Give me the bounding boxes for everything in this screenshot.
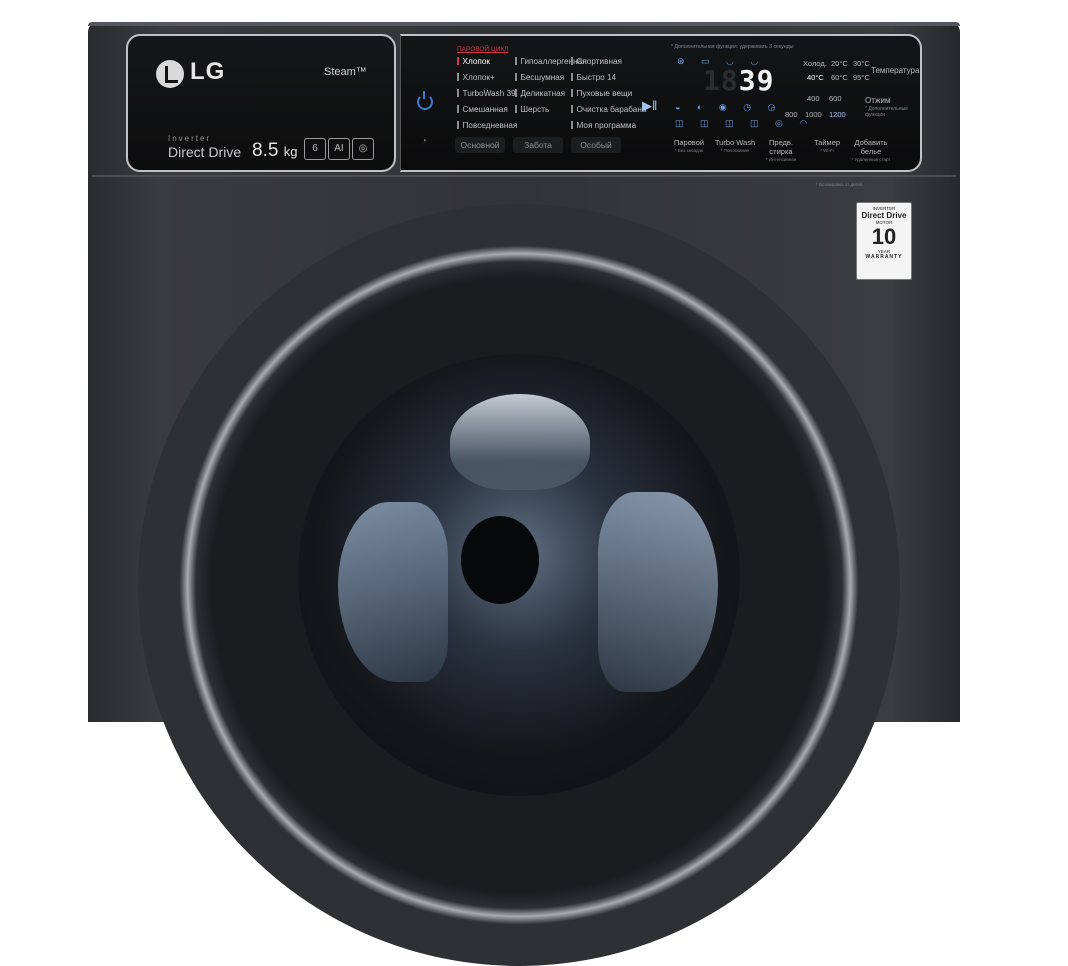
program-cotton-plus[interactable]: Хлопок+: [457, 73, 495, 82]
drum-paddle-top: [450, 394, 590, 490]
temp-95: 95°C: [853, 73, 870, 82]
lg-logo-icon: [156, 60, 184, 88]
washing-machine: LG Steam™ Inverter Direct Drive 8.5 kg 6…: [88, 22, 960, 966]
function-prewash[interactable]: Предв. стирка * Интенсивная: [758, 138, 804, 162]
feature-badge-2: AI: [328, 138, 350, 160]
time-display: 1839: [703, 64, 774, 97]
function-steam-sub: * Без складок: [674, 148, 704, 153]
spin-800: 800: [785, 110, 798, 119]
temperature-label[interactable]: Температура: [871, 66, 919, 75]
function-add-item-sub: * Удаленный старт: [851, 157, 891, 162]
warranty-line2: Direct Drive: [861, 211, 907, 220]
warranty-label: WARRANTY: [865, 254, 903, 260]
display-note: * Дополнительная функция: удерживать 3 с…: [671, 44, 794, 50]
function-timer-label: Таймер: [813, 138, 841, 147]
feature-badge-1: 6: [304, 138, 326, 160]
capacity-value: 8.5: [252, 140, 279, 161]
top-strip: [88, 22, 960, 26]
button-special[interactable]: Особый: [571, 137, 621, 153]
warranty-years: 10: [871, 224, 897, 249]
function-turbowash-sub: * Полоскание: [720, 148, 750, 153]
program-wool[interactable]: Шерсть: [515, 105, 550, 114]
temp-cold: Холод.: [803, 59, 827, 68]
time-display-inactive: 18: [703, 64, 739, 97]
button-care[interactable]: Забота: [513, 137, 563, 153]
capacity-unit: kg: [283, 144, 298, 159]
spin-label[interactable]: Отжим: [865, 96, 890, 105]
warranty-badge: INVERTER Direct Drive MOTOR 10 YEAR WARR…: [856, 202, 912, 280]
status-icons-mid: ◒ ◐ ◉ ◷ ◶: [675, 102, 783, 112]
function-turbowash[interactable]: Turbo Wash * Полоскание: [712, 138, 758, 153]
capacity: 8.5 kg: [252, 140, 297, 162]
temp-30: 30°C: [853, 59, 870, 68]
feature-badge-3: ◎: [352, 138, 374, 160]
spin-1000: 1000: [805, 110, 822, 119]
program-cotton[interactable]: Хлопок: [457, 57, 490, 66]
program-mixed[interactable]: Смешанная: [457, 105, 508, 114]
spin-600: 600: [829, 94, 842, 103]
program-my-cycle[interactable]: Моя программа: [571, 121, 637, 130]
brand-logo-text: LG: [190, 58, 226, 85]
spin-sublabel: * Дополнительные функции: [865, 106, 908, 118]
function-prewash-sub: * Интенсивная: [765, 157, 797, 162]
power-icon[interactable]: [417, 91, 433, 110]
temp-20: 20°C: [831, 59, 848, 68]
program-delicate[interactable]: Деликатная: [515, 89, 566, 98]
function-turbowash-label: Turbo Wash: [714, 138, 756, 147]
temp-40: 40°C: [807, 73, 824, 82]
function-steam-label: Паровой: [673, 138, 705, 147]
program-turbowash[interactable]: TurboWash 39: [457, 89, 516, 98]
motor-label: Direct Drive: [168, 144, 242, 160]
steam-cycle-header: ПАРОВОЙ ЦИКЛ: [457, 46, 509, 53]
button-basic[interactable]: Основной: [455, 137, 505, 153]
smart-diagnosis-icon[interactable]: ◔: [421, 136, 427, 147]
program-sport[interactable]: Спортивная: [571, 57, 622, 66]
program-tub-clean[interactable]: Очистка барабана: [571, 105, 647, 114]
panel-seam: [92, 175, 956, 177]
inverter-label: Inverter: [168, 134, 212, 143]
function-timer-sub: * Wi-Fi: [820, 148, 834, 153]
time-display-value: 39: [738, 64, 775, 97]
spin-1200: 1200: [829, 110, 846, 119]
temp-60: 60°C: [831, 73, 848, 82]
program-duvet[interactable]: Пуховые вещи: [571, 89, 633, 98]
brand-panel: LG Steam™ Inverter Direct Drive 8.5 kg 6…: [126, 34, 396, 172]
function-add-item-label: Добавить белье: [854, 138, 888, 156]
spin-400: 400: [807, 94, 820, 103]
function-add-item[interactable]: Добавить белье * Удаленный старт: [848, 138, 894, 162]
program-silent[interactable]: Бесшумная: [515, 73, 565, 82]
steam-label: Steam™: [324, 66, 367, 78]
function-timer[interactable]: Таймер * Wi-Fi: [804, 138, 850, 153]
drum-center: [461, 516, 539, 604]
status-icons-bottom: ◫ ◫ ◫ ◫ ◎ ◠: [675, 118, 815, 128]
play-pause-icon[interactable]: ▶‖: [642, 98, 657, 114]
function-prewash-label: Предв. стирка: [768, 138, 793, 156]
program-quick[interactable]: Быстро 14: [571, 73, 617, 82]
child-lock-note: * Блокировка от детей: [816, 182, 863, 187]
function-steam[interactable]: Паровой * Без складок: [666, 138, 712, 153]
program-everyday[interactable]: Повседневная: [457, 121, 518, 130]
